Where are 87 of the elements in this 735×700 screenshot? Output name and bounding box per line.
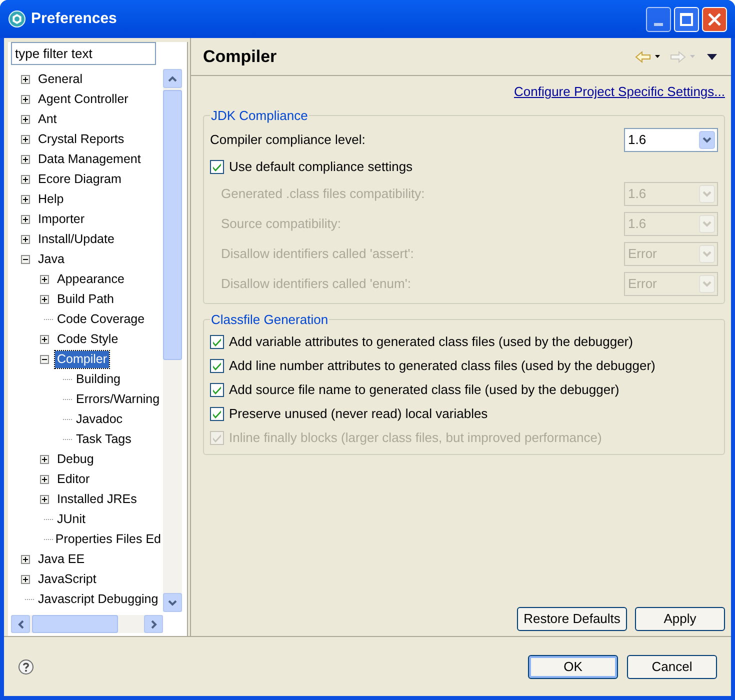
checkbox-label: Inline finally blocks (larger class files, but improved performance) xyxy=(229,428,602,447)
tree-item[interactable]: Building xyxy=(74,370,122,388)
caret-icon xyxy=(655,55,660,58)
checkbox[interactable] xyxy=(210,334,224,348)
expand-icon[interactable] xyxy=(21,234,30,244)
tree-item[interactable]: Ecore Diagram xyxy=(36,170,124,188)
checkbox-label: Use default compliance settings xyxy=(229,158,413,176)
expand-icon[interactable] xyxy=(40,274,49,284)
dropdown[interactable]: 1.6 xyxy=(624,128,718,152)
group-title: JDK Compliance xyxy=(210,106,309,125)
tree-item[interactable]: Code Style xyxy=(55,330,120,348)
button[interactable]: Cancel xyxy=(627,654,717,678)
button[interactable]: OK xyxy=(528,654,618,678)
tree-item[interactable]: Install/Update xyxy=(36,230,116,248)
tree-item[interactable]: Ant xyxy=(36,110,59,128)
tree-item[interactable]: Build Path xyxy=(55,290,116,308)
tree-item[interactable]: Task Tags xyxy=(74,430,134,448)
tree-item[interactable]: Crystal Reports xyxy=(36,130,126,148)
expand-icon[interactable] xyxy=(21,194,30,204)
checkbox[interactable] xyxy=(210,358,224,372)
expand-icon[interactable] xyxy=(21,174,30,184)
window-title: Preferences xyxy=(31,8,117,29)
tree-item[interactable]: Appearance xyxy=(55,270,126,288)
scroll-left-icon xyxy=(18,620,24,628)
collapse-icon[interactable] xyxy=(21,254,30,264)
field-label: Disallow identifiers called 'assert': xyxy=(221,245,414,264)
expand-icon[interactable] xyxy=(21,114,30,124)
checkbox-label: Add variable attributes to generated class files (used by the debugger) xyxy=(229,332,633,351)
expand-icon[interactable] xyxy=(21,134,30,144)
expand-icon[interactable] xyxy=(21,154,30,164)
configure-link[interactable]: Configure Project Specific Settings... xyxy=(514,82,725,102)
tree-item[interactable]: Agent Controller xyxy=(36,90,130,108)
tree-item[interactable]: Errors/Warning xyxy=(74,390,162,408)
view-menu-icon[interactable] xyxy=(707,54,717,60)
expand-icon[interactable] xyxy=(21,554,30,564)
group-title: Classfile Generation xyxy=(210,311,330,329)
tree-item[interactable]: Javadoc xyxy=(74,410,125,428)
tree-item[interactable]: Data Management xyxy=(36,150,143,168)
page-title: Compiler xyxy=(203,46,277,68)
expand-icon[interactable] xyxy=(21,574,30,584)
scroll-up-icon xyxy=(168,76,177,82)
help-icon[interactable] xyxy=(18,658,34,674)
button[interactable]: Restore Defaults xyxy=(517,607,627,631)
field-label: Disallow identifiers called 'enum': xyxy=(221,275,411,294)
scroll-right-icon xyxy=(150,620,156,628)
minimize-button[interactable] xyxy=(646,6,671,32)
tree-item[interactable]: JavaScript xyxy=(36,570,98,588)
app-icon xyxy=(8,10,26,28)
tree-item[interactable]: Help xyxy=(36,190,66,208)
checkbox-label: Add line number attributes to generated class files (used by the debugger) xyxy=(229,356,656,375)
expand-icon[interactable] xyxy=(40,494,49,504)
tree-item[interactable]: General xyxy=(36,70,84,88)
expand-icon[interactable] xyxy=(40,454,49,464)
caret-icon xyxy=(690,55,695,58)
expand-icon[interactable] xyxy=(21,214,30,224)
expand-icon[interactable] xyxy=(21,74,30,84)
close-button[interactable] xyxy=(702,6,727,32)
scroll-down-icon xyxy=(168,600,177,606)
expand-icon[interactable] xyxy=(40,294,49,304)
tree-item[interactable]: Compiler xyxy=(55,350,110,368)
horizontal-scrollbar[interactable] xyxy=(11,615,163,633)
tree-item[interactable]: Java EE xyxy=(36,550,87,568)
collapse-icon[interactable] xyxy=(40,354,49,364)
tree-item[interactable]: JUnit xyxy=(55,510,88,528)
tree-item[interactable]: Editor xyxy=(55,470,92,488)
expand-icon[interactable] xyxy=(21,94,30,104)
tree-item[interactable]: Installed JREs xyxy=(55,490,139,508)
field-label: Compiler compliance level: xyxy=(210,131,366,150)
filter-field[interactable]: type filter text xyxy=(11,42,156,65)
tree-item[interactable]: Properties Files Ed xyxy=(53,530,163,548)
button[interactable]: Apply xyxy=(635,607,725,631)
tree-item[interactable]: Java xyxy=(36,250,66,268)
checkbox[interactable] xyxy=(210,382,224,396)
vertical-scrollbar[interactable] xyxy=(163,69,182,612)
maximize-button[interactable] xyxy=(674,6,699,32)
tree-item[interactable]: Code Coverage xyxy=(55,310,147,328)
checkbox-label: Add source file name to generated class file (used by the debugger) xyxy=(229,380,620,399)
tree-item[interactable]: Debug xyxy=(55,450,96,468)
tree-item[interactable]: Javascript Debugging xyxy=(36,590,160,608)
field-label: Generated .class files compatibility: xyxy=(221,185,425,204)
expand-icon[interactable] xyxy=(40,334,49,344)
expand-icon[interactable] xyxy=(40,474,49,484)
checkbox-label: Preserve unused (never read) local variables xyxy=(229,404,488,423)
tree-item[interactable]: Importer xyxy=(36,210,87,228)
checkbox[interactable] xyxy=(210,160,224,174)
field-label: Source compatibility: xyxy=(221,215,341,234)
checkbox[interactable] xyxy=(210,406,224,420)
